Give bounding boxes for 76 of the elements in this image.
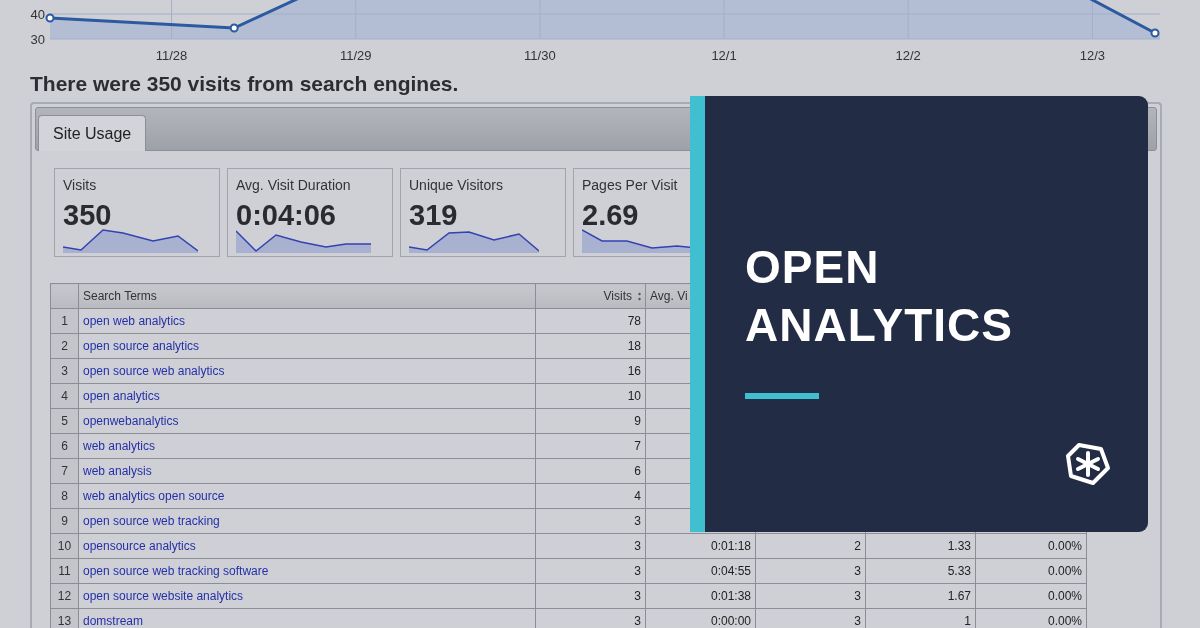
row-number: 3 bbox=[50, 358, 79, 384]
search-term-link[interactable]: open analytics bbox=[83, 389, 160, 403]
table-cell: 7 bbox=[535, 433, 646, 459]
table-cell: 3 bbox=[755, 558, 866, 584]
data-point bbox=[45, 13, 55, 23]
row-number: 4 bbox=[50, 383, 79, 409]
search-term-link[interactable]: open source analytics bbox=[83, 339, 200, 353]
table-cell: 2 bbox=[755, 533, 866, 559]
metric-value: 2.69 bbox=[582, 199, 639, 232]
search-term-link[interactable]: open web analytics bbox=[83, 314, 186, 328]
x-tick-label: 12/3 bbox=[1079, 48, 1106, 63]
row-number: 10 bbox=[50, 533, 79, 559]
y-tick-label: 30 bbox=[30, 32, 45, 47]
table-cell: 10 bbox=[535, 383, 646, 409]
asterisk-hexagon-icon bbox=[1065, 442, 1111, 486]
row-number: 5 bbox=[50, 408, 79, 434]
row-number: 8 bbox=[50, 483, 79, 509]
column-header[interactable]: Avg. Vi bbox=[650, 289, 688, 303]
row-number: 7 bbox=[50, 458, 79, 484]
tab[interactable]: Site Usage bbox=[38, 115, 147, 151]
table-cell: 3 bbox=[535, 508, 646, 534]
x-tick-label: 12/2 bbox=[895, 48, 921, 63]
table-cell: 3 bbox=[755, 583, 866, 609]
table-cell: 16 bbox=[535, 358, 646, 384]
search-term-link[interactable]: domstream bbox=[83, 614, 144, 628]
metric-value: 0:04:06 bbox=[236, 199, 336, 232]
table-cell: 0:01:38 bbox=[645, 583, 756, 609]
table-cell: 3 bbox=[535, 558, 646, 584]
search-term-link[interactable]: open source web tracking bbox=[83, 514, 220, 528]
search-term-link[interactable]: opensource analytics bbox=[83, 539, 196, 553]
y-tick-label: 40 bbox=[30, 7, 45, 22]
table-cell: 0:01:18 bbox=[645, 533, 756, 559]
table-cell: 3 bbox=[535, 533, 646, 559]
metric-label: Unique Visitors bbox=[409, 177, 503, 193]
search-term-link[interactable]: web analytics open source bbox=[83, 489, 225, 503]
column-header[interactable]: Visits bbox=[535, 283, 646, 309]
metric-label: Avg. Visit Duration bbox=[236, 177, 351, 193]
table-cell: 9 bbox=[535, 408, 646, 434]
table-cell: 6 bbox=[535, 458, 646, 484]
metric-value: 319 bbox=[409, 199, 458, 232]
data-point bbox=[1150, 28, 1160, 38]
table-cell: 5.33 bbox=[865, 558, 976, 584]
table-cell: 1.67 bbox=[865, 583, 976, 609]
row-number: 13 bbox=[50, 608, 79, 628]
table-cell: 0.00% bbox=[975, 558, 1087, 584]
search-term-link[interactable]: open source web analytics bbox=[83, 364, 225, 378]
table-cell: 78 bbox=[535, 308, 646, 334]
row-number: 11 bbox=[50, 558, 79, 584]
title: OPEN ANALYTICS bbox=[745, 240, 1013, 353]
data-point bbox=[229, 23, 239, 33]
metric-value: 350 bbox=[63, 199, 112, 232]
search-term-link[interactable]: open source website analytics bbox=[83, 589, 244, 603]
row-number: 2 bbox=[50, 333, 79, 359]
row-number: 9 bbox=[50, 508, 79, 534]
table-cell: 4 bbox=[535, 483, 646, 509]
x-tick-label: 12/1 bbox=[711, 48, 737, 63]
search-term-link[interactable]: web analytics bbox=[83, 439, 156, 453]
table-cell: 0.00% bbox=[975, 583, 1087, 609]
x-tick-label: 11/29 bbox=[339, 48, 372, 63]
table-cell: 1.33 bbox=[865, 533, 976, 559]
column-header[interactable]: Search Terms bbox=[78, 283, 536, 309]
x-tick-label: 11/30 bbox=[524, 48, 556, 63]
row-number: 12 bbox=[50, 583, 79, 609]
table-cell: 3 bbox=[535, 583, 646, 609]
metric-label: Pages Per Visit bbox=[582, 177, 678, 193]
x-tick-label: 11/28 bbox=[155, 48, 188, 63]
row-number: 1 bbox=[50, 308, 79, 334]
summary-heading: There were 350 visits from search engines. bbox=[30, 72, 460, 96]
search-term-link[interactable]: openwebanalytics bbox=[83, 414, 179, 428]
row-number: 6 bbox=[50, 433, 79, 459]
search-term-link[interactable]: web analysis bbox=[83, 464, 152, 478]
table-cell: 0.00% bbox=[975, 533, 1087, 559]
sort-icon bbox=[638, 291, 641, 301]
table-cell: 18 bbox=[535, 333, 646, 359]
table-cell: 0:04:55 bbox=[645, 558, 756, 584]
metric-label: Visits bbox=[63, 177, 97, 193]
